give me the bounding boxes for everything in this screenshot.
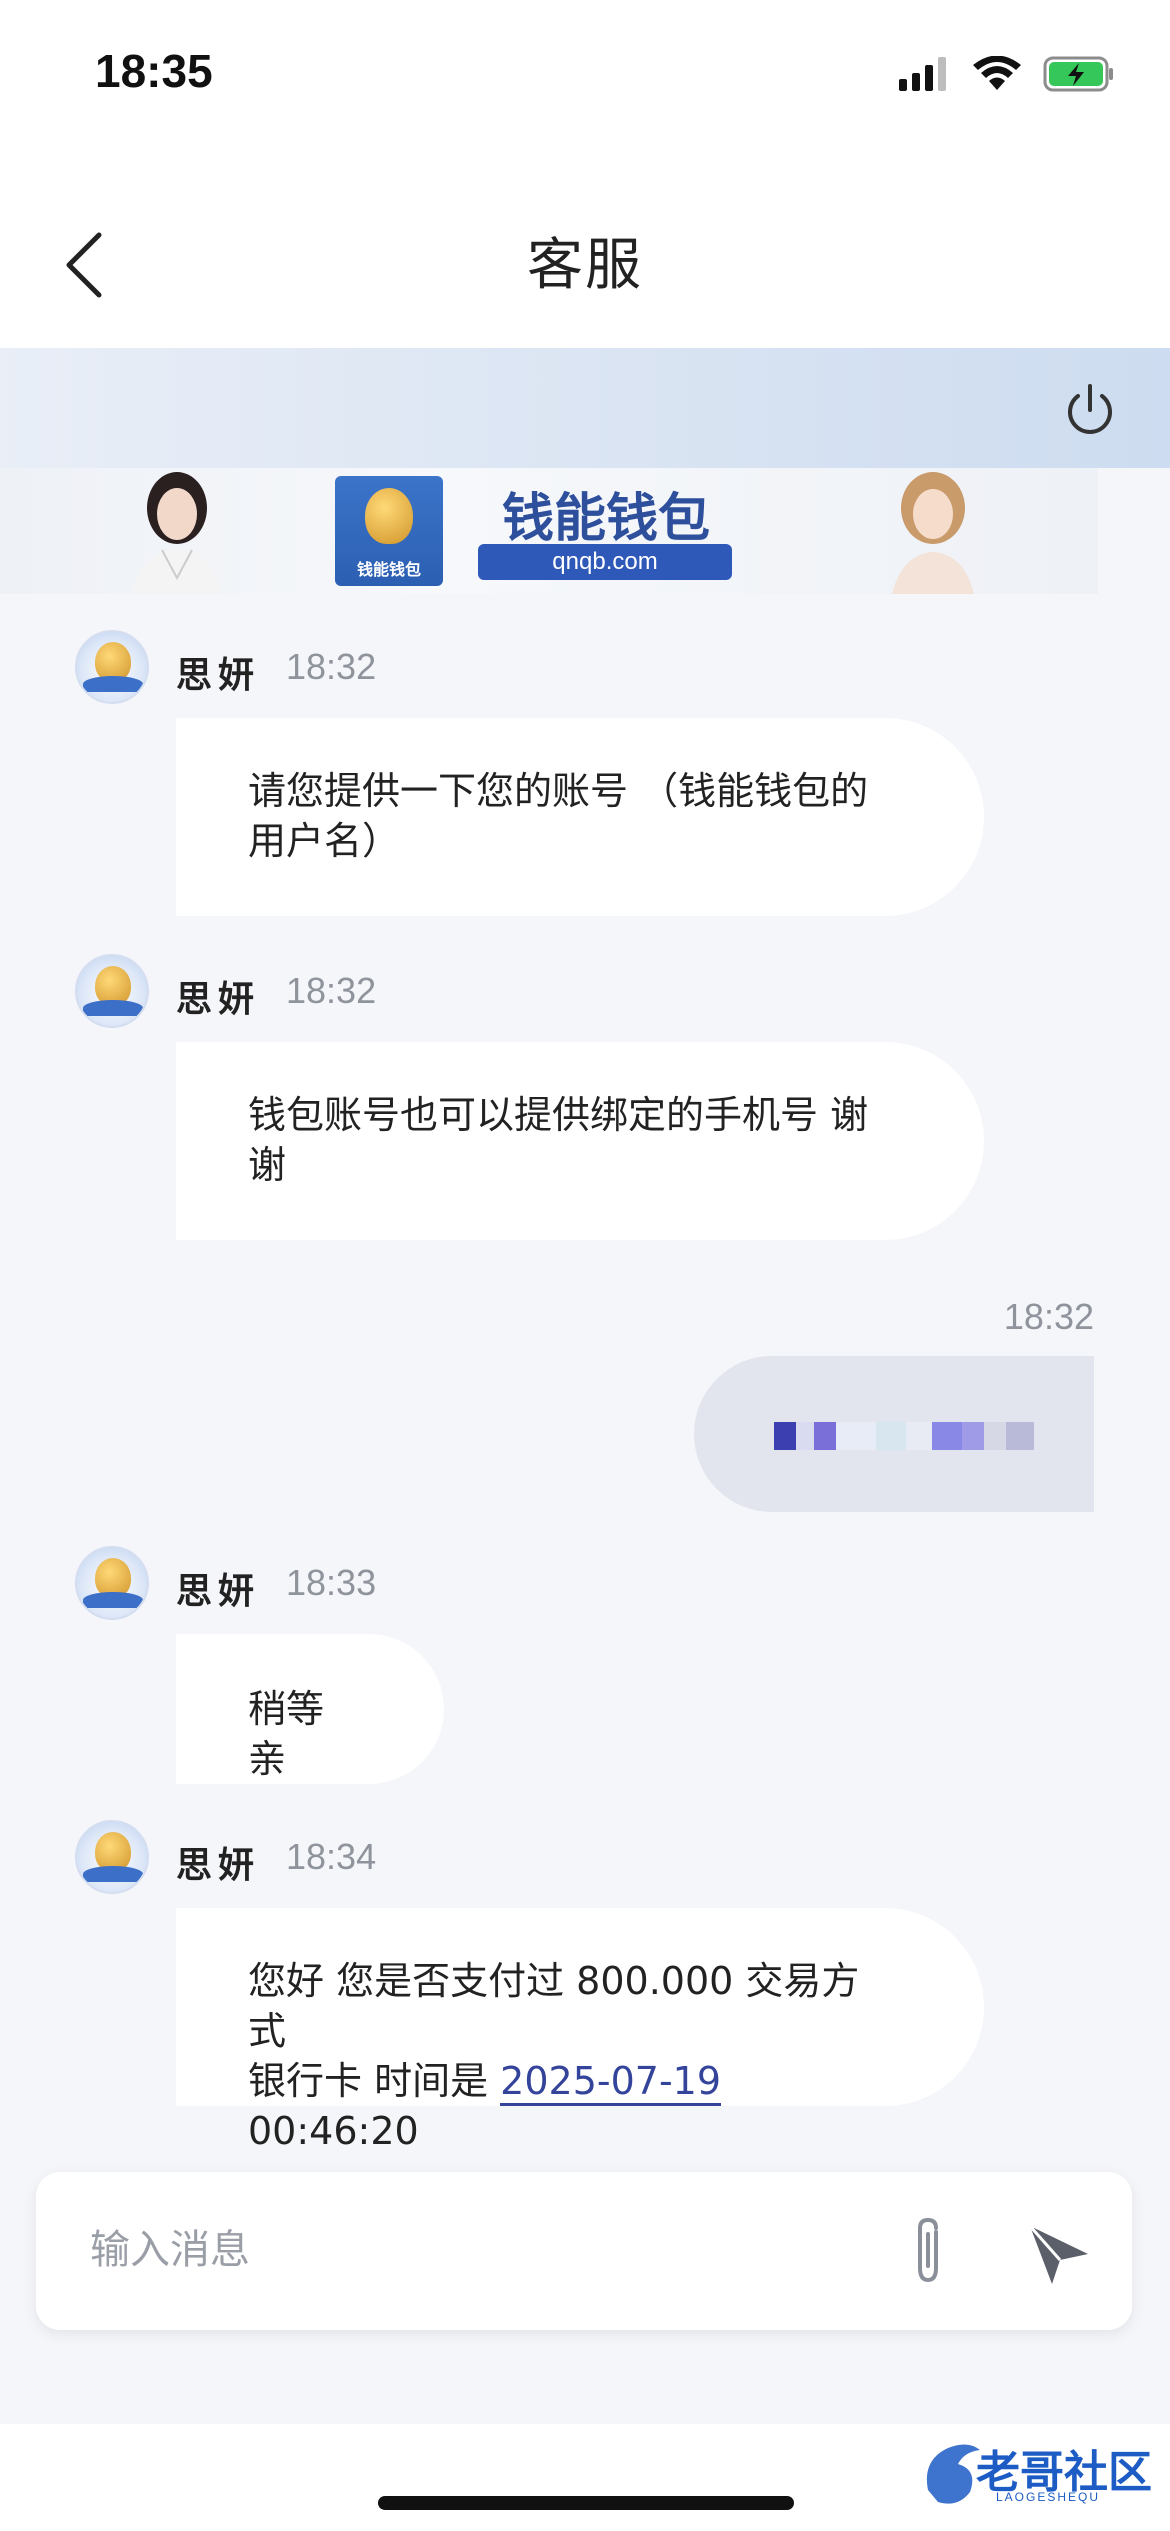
banner-woman-right-image	[892, 472, 974, 594]
promo-banner[interactable]: 钱能钱包 钱能钱包 qnqb.com	[0, 468, 1098, 594]
message-time: 18:32	[286, 646, 377, 687]
message-text-line: 您好 您是否支付过 800.000 交易方式	[248, 1959, 860, 2053]
message-time: 18:33	[286, 1562, 377, 1603]
send-icon	[1028, 2225, 1088, 2284]
banner-woman-left-image	[132, 472, 222, 594]
banner-domain: qnqb.com	[478, 544, 732, 580]
message-bubble: 钱包账号也可以提供绑定的手机号 谢 谢	[176, 1042, 984, 1240]
agent-avatar	[75, 1546, 149, 1620]
nav-bar: 客服	[0, 140, 1170, 348]
cellular-signal-icon	[899, 57, 946, 91]
power-icon	[1068, 384, 1112, 434]
agent-avatar	[75, 954, 149, 1028]
status-bar: 18:35	[0, 0, 1170, 140]
banner-brand: 钱能钱包	[501, 488, 710, 549]
message-bubble: 稍等 亲	[176, 1634, 444, 1784]
date-link[interactable]: 2025-07-19	[500, 2059, 722, 2106]
page-title: 客服	[527, 233, 643, 298]
bottom-safe-area: 老哥社区 LAOGESHEQU	[0, 2424, 1170, 2531]
message-text-fragment: 银行卡 时间是	[248, 2059, 501, 2103]
sender-name: 思妍	[176, 1845, 261, 1886]
message-text-line: 银行卡 时间是 2025-07-19 00:46:20	[248, 2056, 892, 2156]
battery-charging-icon	[1043, 56, 1113, 92]
send-button[interactable]	[1022, 2216, 1096, 2290]
message-bubble: 请您提供一下您的账号 （钱能钱包的 用户名）	[176, 718, 984, 916]
outgoing-message-bubble	[694, 1356, 1094, 1512]
sender-name: 思妍	[176, 655, 261, 696]
end-session-button[interactable]	[1060, 380, 1120, 440]
status-icons	[899, 52, 1115, 96]
redacted-text	[774, 1422, 1034, 1450]
outgoing-message-time: 18:32	[1003, 1296, 1094, 1337]
banner-logo: 钱能钱包	[335, 476, 443, 586]
message-text-line: 请您提供一下您的账号 （钱能钱包的	[248, 769, 869, 813]
agent-avatar	[75, 630, 149, 704]
sender-name: 思妍	[176, 979, 261, 1020]
banner-logo-text: 钱能钱包	[356, 560, 421, 579]
attach-button[interactable]	[898, 2214, 958, 2290]
message-text-line: 用户名）	[248, 819, 401, 863]
watermark-subtext: LAOGESHEQU	[996, 2490, 1101, 2504]
agent-avatar	[75, 1820, 149, 1894]
message-input[interactable]	[90, 2218, 870, 2282]
wifi-icon	[973, 56, 1021, 90]
paperclip-icon	[918, 2217, 938, 2283]
message-text-fragment: 00:46:20	[248, 2109, 419, 2153]
home-indicator[interactable]	[378, 2496, 794, 2510]
coin-icon	[365, 488, 413, 544]
status-time: 18:35	[95, 45, 213, 97]
chat-header-band	[0, 348, 1170, 468]
message-bubble: 您好 您是否支付过 800.000 交易方式 银行卡 时间是 2025-07-1…	[176, 1908, 984, 2153]
message-text-line: 稍等 亲	[248, 1687, 325, 1781]
message-time: 18:34	[286, 1836, 377, 1877]
message-composer	[36, 2172, 1132, 2330]
message-time: 18:32	[286, 970, 377, 1011]
message-text-line: 钱包账号也可以提供绑定的手机号 谢	[248, 1093, 869, 1137]
message-text-line: 谢	[248, 1143, 287, 1187]
sender-name: 思妍	[176, 1571, 261, 1612]
watermark: 老哥社区 LAOGESHEQU	[918, 2430, 1158, 2510]
